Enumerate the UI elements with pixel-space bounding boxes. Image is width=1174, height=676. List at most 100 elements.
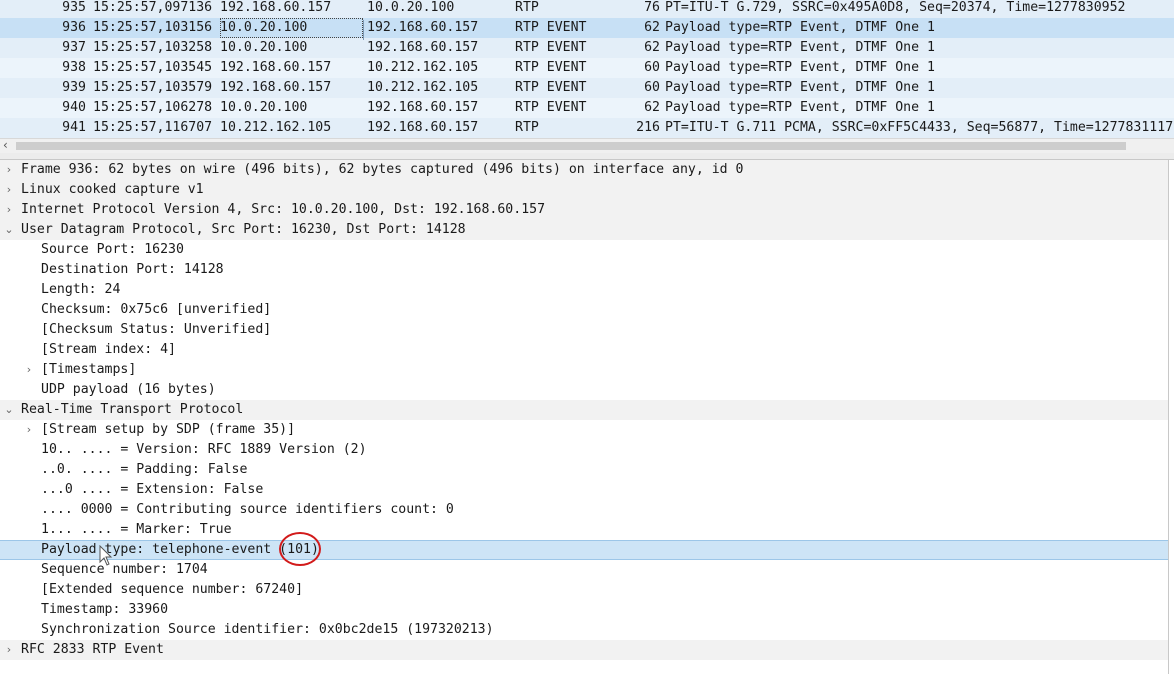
- packet-no-cell: 936: [62, 20, 86, 35]
- packet-proto-cell: RTP: [515, 120, 539, 135]
- chevron-right-icon[interactable]: ›: [3, 640, 15, 660]
- packet-row[interactable]: 939 15:25:57,103579 192.168.60.157 10.212.1…: [0, 78, 1174, 98]
- packet-src-cell: 192.168.60.157: [220, 80, 332, 95]
- packet-src-cell: 192.168.60.157: [220, 60, 332, 75]
- packet-list[interactable]: 935 15:25:57,097136 192.168.60.157 10.0.20.…: [0, 0, 1174, 138]
- tree-field-node[interactable]: Synchronization Source identifier: 0x0bc…: [0, 620, 1168, 640]
- tree-protocol-node[interactable]: › RFC 2833 RTP Event: [0, 640, 1168, 660]
- tree-field-node[interactable]: [Extended sequence number: 67240]: [0, 580, 1168, 600]
- tree-field-node[interactable]: › [Timestamps]: [0, 360, 1168, 380]
- tree-node-label: Synchronization Source identifier: 0x0bc…: [41, 622, 494, 637]
- packet-time-cell: 15:25:57,103258: [93, 40, 213, 55]
- tree-field-node[interactable]: Length: 24: [0, 280, 1168, 300]
- chevron-right-icon[interactable]: ›: [23, 420, 35, 440]
- packet-len-cell: 60: [644, 60, 660, 75]
- tree-node-label: Real-Time Transport Protocol: [21, 402, 244, 417]
- chevron-down-icon[interactable]: ⌄: [3, 400, 15, 420]
- packet-row[interactable]: 941 15:25:57,116707 10.212.162.105 192.168.…: [0, 118, 1174, 138]
- tree-field-node[interactable]: Checksum: 0x75c6 [unverified]: [0, 300, 1168, 320]
- packet-src-cell: 10.0.20.100: [220, 18, 364, 38]
- packet-row[interactable]: 935 15:25:57,097136 192.168.60.157 10.0.20.…: [0, 0, 1174, 18]
- tree-field-node[interactable]: › [Stream setup by SDP (frame 35)]: [0, 420, 1168, 440]
- chevron-right-icon[interactable]: ›: [3, 160, 15, 180]
- tree-node-label: ...0 .... = Extension: False: [41, 482, 264, 497]
- tree-field-node[interactable]: Source Port: 16230: [0, 240, 1168, 260]
- chevron-right-icon[interactable]: ›: [3, 200, 15, 220]
- tree-field-node[interactable]: UDP payload (16 bytes): [0, 380, 1168, 400]
- chevron-down-icon[interactable]: ⌄: [3, 220, 15, 240]
- tree-node-label: User Datagram Protocol, Src Port: 16230,…: [21, 222, 466, 237]
- tree-field-node[interactable]: ..0. .... = Padding: False: [0, 460, 1168, 480]
- packet-src-cell: 192.168.60.157: [220, 0, 332, 15]
- packet-no-cell: 937: [62, 40, 86, 55]
- tree-field-node[interactable]: Sequence number: 1704: [0, 560, 1168, 580]
- chevron-right-icon[interactable]: ›: [23, 360, 35, 380]
- packet-dst-cell: 10.0.20.100: [367, 0, 455, 15]
- packet-row[interactable]: 938 15:25:57,103545 192.168.60.157 10.212.1…: [0, 58, 1174, 78]
- packet-details-tree[interactable]: › Frame 936: 62 bytes on wire (496 bits),…: [0, 160, 1169, 674]
- tree-protocol-node[interactable]: ⌄ User Datagram Protocol, Src Port: 16230…: [0, 220, 1168, 240]
- tree-field-node[interactable]: 10.. .... = Version: RFC 1889 Version (2…: [0, 440, 1168, 460]
- tree-node-label: Source Port: 16230: [41, 242, 184, 257]
- tree-node-label: Internet Protocol Version 4, Src: 10.0.2…: [21, 202, 546, 217]
- packet-no-cell: 939: [62, 80, 86, 95]
- tree-node-label: Checksum: 0x75c6 [unverified]: [41, 302, 272, 317]
- tree-node-label: .... 0000 = Contributing source identifi…: [41, 502, 454, 517]
- tree-field-node[interactable]: [Stream index: 4]: [0, 340, 1168, 360]
- packet-proto-cell: RTP: [515, 0, 539, 15]
- packet-dst-cell: 192.168.60.157: [367, 100, 479, 115]
- packet-time-cell: 15:25:57,103579: [93, 80, 213, 95]
- packet-dst-cell: 192.168.60.157: [367, 20, 479, 35]
- packet-info-cell: Payload type=RTP Event, DTMF One 1: [665, 80, 935, 95]
- tree-field-node[interactable]: .... 0000 = Contributing source identifi…: [0, 500, 1168, 520]
- packet-info-cell: PT=ITU-T G.711 PCMA, SSRC=0xFF5C4433, Se…: [665, 120, 1174, 135]
- packet-time-cell: 15:25:57,097136: [93, 0, 213, 15]
- tree-field-node[interactable]: Destination Port: 14128: [0, 260, 1168, 280]
- packet-row[interactable]: 937 15:25:57,103258 10.0.20.100 192.168.60.…: [0, 38, 1174, 58]
- packet-len-cell: 62: [644, 20, 660, 35]
- tree-protocol-node[interactable]: › Linux cooked capture v1: [0, 180, 1168, 200]
- packet-src-cell: 10.0.20.100: [220, 100, 308, 115]
- tree-node-label: [Stream setup by SDP (frame 35)]: [41, 422, 296, 437]
- pane-splitter[interactable]: [0, 153, 1174, 160]
- chevron-left-icon[interactable]: ‹: [3, 138, 8, 152]
- tree-field-node[interactable]: 1... .... = Marker: True: [0, 520, 1168, 540]
- packet-info-cell: Payload type=RTP Event, DTMF One 1: [665, 100, 935, 115]
- packet-time-cell: 15:25:57,103156: [93, 20, 213, 35]
- packet-info-cell: Payload type=RTP Event, DTMF One 1: [665, 60, 935, 75]
- tree-field-node[interactable]: ...0 .... = Extension: False: [0, 480, 1168, 500]
- packet-proto-cell: RTP EVENT: [515, 60, 587, 75]
- tree-node-label: ..0. .... = Padding: False: [41, 462, 248, 477]
- packet-len-cell: 62: [644, 40, 660, 55]
- tree-protocol-node[interactable]: › Frame 936: 62 bytes on wire (496 bits),…: [0, 160, 1168, 180]
- tree-node-label: Frame 936: 62 bytes on wire (496 bits), …: [21, 162, 744, 177]
- tree-protocol-node[interactable]: ⌄ Real-Time Transport Protocol: [0, 400, 1168, 420]
- packet-time-cell: 15:25:57,116707: [93, 120, 213, 135]
- packet-dst-cell: 192.168.60.157: [367, 40, 479, 55]
- tree-node-label: 1... .... = Marker: True: [41, 522, 232, 537]
- tree-field-node[interactable]: [Checksum Status: Unverified]: [0, 320, 1168, 340]
- packet-src-cell: 10.212.162.105: [220, 120, 332, 135]
- tree-node-label: [Stream index: 4]: [41, 342, 176, 357]
- packet-info-cell: PT=ITU-T G.729, SSRC=0x495A0D8, Seq=2037…: [665, 0, 1126, 15]
- packet-dst-cell: 192.168.60.157: [367, 120, 479, 135]
- red-annotation-circle: [279, 532, 321, 566]
- tree-node-label: Linux cooked capture v1: [21, 182, 204, 197]
- packet-len-cell: 62: [644, 100, 660, 115]
- packet-proto-cell: RTP EVENT: [515, 100, 587, 115]
- chevron-right-icon[interactable]: ›: [3, 180, 15, 200]
- tree-field-node[interactable]: Timestamp: 33960: [0, 600, 1168, 620]
- packet-time-cell: 15:25:57,106278: [93, 100, 213, 115]
- horizontal-scrollbar[interactable]: ‹: [0, 138, 1174, 153]
- packet-len-cell: 60: [644, 80, 660, 95]
- column-separator: [363, 20, 364, 40]
- tree-node-label: Timestamp: 33960: [41, 602, 169, 617]
- scrollbar-thumb[interactable]: [16, 142, 1126, 150]
- packet-row-selected[interactable]: 936 15:25:57,103156 10.0.20.100 192.168.60.…: [0, 18, 1174, 38]
- tree-node-label: Payload type: telephone-event (101): [41, 542, 319, 557]
- packet-dst-cell: 10.212.162.105: [367, 80, 479, 95]
- packet-proto-cell: RTP EVENT: [515, 80, 587, 95]
- packet-row[interactable]: 940 15:25:57,106278 10.0.20.100 192.168.60.…: [0, 98, 1174, 118]
- tree-field-node[interactable]: Payload type: telephone-event (101): [0, 540, 1168, 560]
- tree-protocol-node[interactable]: › Internet Protocol Version 4, Src: 10.0.…: [0, 200, 1168, 220]
